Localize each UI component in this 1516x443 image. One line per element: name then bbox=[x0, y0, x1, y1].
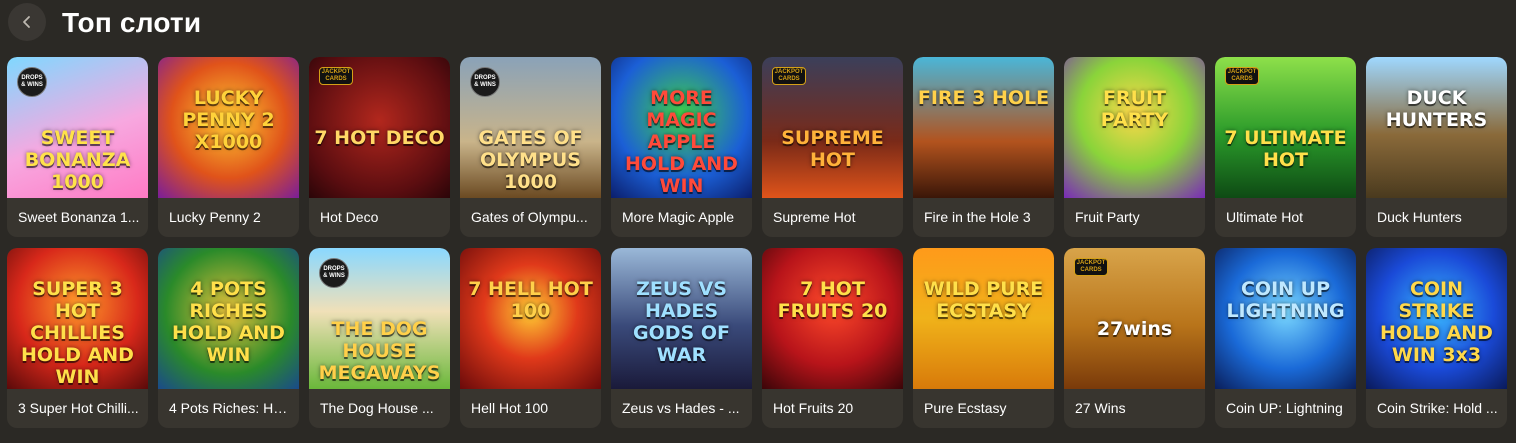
game-card[interactable]: SWEET BONANZA 1000 DROPS & WINS Sweet Bona… bbox=[7, 57, 148, 237]
game-card[interactable]: COIN STRIKE HOLD AND WIN 3x3 Coin Strike:… bbox=[1366, 248, 1507, 428]
game-logo-art: MORE MAGIC APPLE HOLD AND WIN bbox=[625, 87, 738, 197]
game-logo-art: DUCK HUNTERS bbox=[1385, 87, 1488, 131]
game-thumbnail[interactable]: ZEUS VS HADES GODS OF WAR bbox=[611, 248, 752, 389]
game-logo-art: COIN STRIKE HOLD AND WIN 3x3 bbox=[1380, 278, 1493, 366]
game-title[interactable]: Coin Strike: Hold ... bbox=[1377, 399, 1501, 417]
game-card[interactable]: 7 HOT DECO JACKPOT CARDS Hot Deco bbox=[309, 57, 450, 237]
game-card[interactable]: 4 POTS RICHES HOLD AND WIN 4 Pots Riches:… bbox=[158, 248, 299, 428]
game-logo-art: 7 HOT FRUITS 20 bbox=[777, 278, 888, 322]
game-thumbnail[interactable]: 7 HOT DECO JACKPOT CARDS bbox=[309, 57, 450, 198]
game-card[interactable]: THE DOG HOUSE MEGAWAYS DROPS & WINS The Do… bbox=[309, 248, 450, 428]
game-logo-art: WILD PURE ECSTASY bbox=[923, 278, 1044, 322]
drops-wins-badge: DROPS & WINS bbox=[319, 258, 349, 288]
game-logo-art: 7 ULTIMATE HOT bbox=[1224, 127, 1347, 171]
game-title[interactable]: Ultimate Hot bbox=[1226, 208, 1350, 226]
game-logo-art: 7 HOT DECO bbox=[314, 127, 445, 149]
jackpot-cards-badge: JACKPOT CARDS bbox=[1074, 258, 1108, 276]
game-logo-art: 27wins bbox=[1096, 318, 1173, 340]
game-title[interactable]: Supreme Hot bbox=[773, 208, 897, 226]
game-thumbnail[interactable]: 27wins JACKPOT CARDS bbox=[1064, 248, 1205, 389]
game-logo-art: SUPER 3 HOT CHILLIES HOLD AND WIN bbox=[21, 278, 134, 388]
game-thumbnail[interactable]: 4 POTS RICHES HOLD AND WIN bbox=[158, 248, 299, 389]
game-thumbnail[interactable]: MORE MAGIC APPLE HOLD AND WIN bbox=[611, 57, 752, 198]
game-logo-art: 4 POTS RICHES HOLD AND WIN bbox=[172, 278, 285, 366]
game-title[interactable]: Fruit Party bbox=[1075, 208, 1199, 226]
game-title[interactable]: Pure Ecstasy bbox=[924, 399, 1048, 417]
game-title[interactable]: 3 Super Hot Chilli... bbox=[18, 399, 142, 417]
game-thumbnail[interactable]: LUCKY PENNY 2 X1000 bbox=[158, 57, 299, 198]
game-thumbnail[interactable]: COIN STRIKE HOLD AND WIN 3x3 bbox=[1366, 248, 1507, 389]
game-logo-art: SWEET BONANZA 1000 bbox=[24, 127, 131, 193]
game-card[interactable]: COIN UP LIGHTNING Coin UP: Lightning bbox=[1215, 248, 1356, 428]
game-thumbnail[interactable]: THE DOG HOUSE MEGAWAYS DROPS & WINS bbox=[309, 248, 450, 389]
game-card[interactable]: GATES OF OLYMPUS 1000 DROPS & WINS Gates o… bbox=[460, 57, 601, 237]
game-logo-art: LUCKY PENNY 2 X1000 bbox=[182, 87, 275, 153]
game-title[interactable]: Hell Hot 100 bbox=[471, 399, 595, 417]
game-thumbnail[interactable]: 7 HOT FRUITS 20 bbox=[762, 248, 903, 389]
game-thumbnail[interactable]: 7 ULTIMATE HOT JACKPOT CARDS bbox=[1215, 57, 1356, 198]
drops-wins-badge: DROPS & WINS bbox=[470, 67, 500, 97]
jackpot-cards-badge: JACKPOT CARDS bbox=[319, 67, 353, 85]
game-title[interactable]: Fire in the Hole 3 bbox=[924, 208, 1048, 226]
game-grid: SWEET BONANZA 1000 DROPS & WINS Sweet Bona… bbox=[7, 57, 1507, 428]
game-logo-art: FIRE 3 HOLE bbox=[917, 87, 1050, 109]
game-title[interactable]: More Magic Apple bbox=[622, 208, 746, 226]
game-title[interactable]: Hot Fruits 20 bbox=[773, 399, 897, 417]
game-thumbnail[interactable]: SUPREME HOT JACKPOT CARDS bbox=[762, 57, 903, 198]
game-thumbnail[interactable]: FRUIT PARTY bbox=[1064, 57, 1205, 198]
game-thumbnail[interactable]: SWEET BONANZA 1000 DROPS & WINS bbox=[7, 57, 148, 198]
game-thumbnail[interactable]: COIN UP LIGHTNING bbox=[1215, 248, 1356, 389]
section-title: Топ слоти bbox=[62, 7, 202, 38]
game-title[interactable]: Hot Deco bbox=[320, 208, 444, 226]
game-card[interactable]: SUPER 3 HOT CHILLIES HOLD AND WIN 3 Super… bbox=[7, 248, 148, 428]
game-logo-art: 7 HELL HOT 100 bbox=[468, 278, 593, 322]
game-thumbnail[interactable]: WILD PURE ECSTASY bbox=[913, 248, 1054, 389]
game-title[interactable]: 27 Wins bbox=[1075, 399, 1199, 417]
game-title[interactable]: Zeus vs Hades - ... bbox=[622, 399, 746, 417]
game-thumbnail[interactable]: 7 HELL HOT 100 bbox=[460, 248, 601, 389]
game-card[interactable]: SUPREME HOT JACKPOT CARDS Supreme Hot bbox=[762, 57, 903, 237]
game-title[interactable]: 4 Pots Riches: Hol... bbox=[169, 399, 293, 417]
game-logo-art: ZEUS VS HADES GODS OF WAR bbox=[633, 278, 730, 366]
game-title[interactable]: Duck Hunters bbox=[1377, 208, 1501, 226]
game-card[interactable]: WILD PURE ECSTASY Pure Ecstasy bbox=[913, 248, 1054, 428]
game-logo-art: GATES OF OLYMPUS 1000 bbox=[478, 127, 583, 193]
jackpot-cards-badge: JACKPOT CARDS bbox=[772, 67, 806, 85]
game-card[interactable]: 7 HELL HOT 100 Hell Hot 100 bbox=[460, 248, 601, 428]
game-thumbnail[interactable]: DUCK HUNTERS bbox=[1366, 57, 1507, 198]
game-card[interactable]: 7 ULTIMATE HOT JACKPOT CARDS Ultimate Hot bbox=[1215, 57, 1356, 237]
game-card[interactable]: DUCK HUNTERS Duck Hunters bbox=[1366, 57, 1507, 237]
chevron-left-icon bbox=[23, 16, 30, 28]
game-title[interactable]: The Dog House ... bbox=[320, 399, 444, 417]
back-button[interactable] bbox=[8, 3, 46, 41]
game-logo-art: COIN UP LIGHTNING bbox=[1226, 278, 1345, 322]
game-card[interactable]: FIRE 3 HOLE Fire in the Hole 3 bbox=[913, 57, 1054, 237]
game-title[interactable]: Sweet Bonanza 1... bbox=[18, 208, 142, 226]
game-card[interactable]: 7 HOT FRUITS 20 Hot Fruits 20 bbox=[762, 248, 903, 428]
game-card[interactable]: ZEUS VS HADES GODS OF WAR Zeus vs Hades -… bbox=[611, 248, 752, 428]
game-card[interactable]: FRUIT PARTY Fruit Party bbox=[1064, 57, 1205, 237]
game-card[interactable]: LUCKY PENNY 2 X1000 Lucky Penny 2 bbox=[158, 57, 299, 237]
game-thumbnail[interactable]: FIRE 3 HOLE bbox=[913, 57, 1054, 198]
drops-wins-badge: DROPS & WINS bbox=[17, 67, 47, 97]
jackpot-cards-badge: JACKPOT CARDS bbox=[1225, 67, 1259, 85]
game-thumbnail[interactable]: SUPER 3 HOT CHILLIES HOLD AND WIN bbox=[7, 248, 148, 389]
game-title[interactable]: Coin UP: Lightning bbox=[1226, 399, 1350, 417]
game-title[interactable]: Gates of Olympu... bbox=[471, 208, 595, 226]
game-card[interactable]: 27wins JACKPOT CARDS 27 Wins bbox=[1064, 248, 1205, 428]
game-logo-art: THE DOG HOUSE MEGAWAYS bbox=[318, 318, 441, 384]
game-logo-art: SUPREME HOT bbox=[781, 127, 884, 171]
game-logo-art: FRUIT PARTY bbox=[1100, 87, 1169, 131]
game-title[interactable]: Lucky Penny 2 bbox=[169, 208, 293, 226]
section-header: Топ слоти bbox=[0, 0, 1516, 48]
game-card[interactable]: MORE MAGIC APPLE HOLD AND WIN More Magic … bbox=[611, 57, 752, 237]
game-thumbnail[interactable]: GATES OF OLYMPUS 1000 DROPS & WINS bbox=[460, 57, 601, 198]
